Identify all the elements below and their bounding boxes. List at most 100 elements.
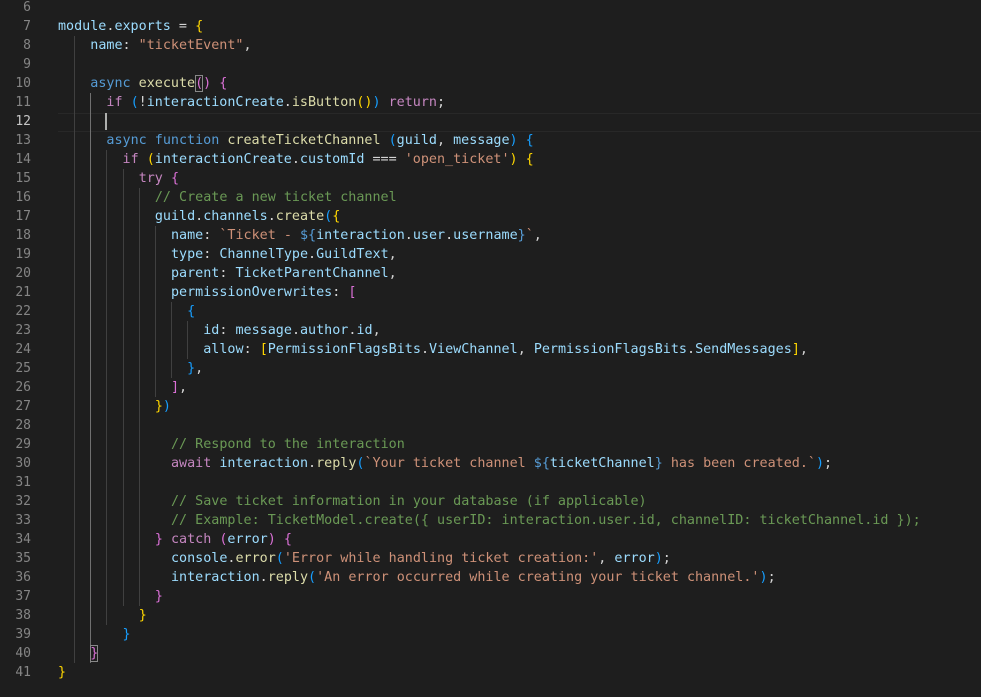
- code-token: id: [203, 323, 220, 338]
- code-token: !: [138, 95, 147, 110]
- code-token: user: [412, 228, 446, 243]
- code-line[interactable]: ],: [171, 378, 187, 397]
- code-token: interactionCreate: [146, 95, 284, 110]
- code-line[interactable]: // Create a new ticket channel: [155, 188, 397, 207]
- code-token: execute: [138, 76, 196, 91]
- code-token: .: [291, 323, 300, 338]
- code-token: await: [170, 456, 212, 471]
- code-line[interactable]: // Save ticket information in your datab…: [171, 492, 647, 511]
- code-token: reply: [267, 570, 309, 585]
- code-line[interactable]: try {: [139, 169, 179, 188]
- code-line[interactable]: console.error('Error while handling tick…: [171, 549, 671, 568]
- code-token: // Create a new ticket channel: [154, 190, 397, 205]
- code-token: ;: [662, 551, 671, 566]
- code-line[interactable]: } catch (error) {: [155, 530, 292, 549]
- line-number: 23: [15, 323, 31, 338]
- line-number: 19: [15, 247, 31, 262]
- code-token: GuildText: [316, 247, 389, 262]
- code-token: {: [332, 209, 341, 224]
- code-token: :: [332, 285, 349, 300]
- code-token: ,: [436, 133, 454, 148]
- line-number: 9: [23, 57, 31, 72]
- code-token: (: [130, 95, 139, 110]
- code-token: ,: [195, 361, 204, 376]
- code-token: ${: [533, 456, 550, 471]
- code-line[interactable]: name: `Ticket - ${interaction.user.usern…: [171, 226, 542, 245]
- code-line[interactable]: // Example: TicketModel.create({ userID:…: [171, 511, 921, 530]
- code-line[interactable]: },: [187, 359, 203, 378]
- code-line[interactable]: guild.channels.create({: [155, 207, 340, 226]
- code-token: interaction: [170, 570, 260, 585]
- code-token: module: [58, 19, 107, 34]
- code-editor[interactable]: 6 7 module.exports = {8 name: "ticketEvent"…: [0, 0, 981, 697]
- code-token: if: [122, 152, 139, 167]
- code-line[interactable]: interaction.reply('An error occurred whi…: [171, 568, 776, 587]
- code-token: ticketChannel: [549, 456, 655, 471]
- code-token: interaction: [316, 228, 405, 243]
- code-line[interactable]: module.exports = {: [58, 17, 203, 36]
- code-line[interactable]: if (interactionCreate.customId === 'open…: [123, 150, 534, 169]
- code-token: (: [388, 133, 397, 148]
- code-token: ): [815, 456, 825, 471]
- code-token: PermissionFlagsBits: [533, 342, 687, 357]
- code-token: // Save ticket information in your datab…: [170, 494, 647, 509]
- code-token: ${: [299, 228, 317, 243]
- code-token: console: [170, 551, 228, 566]
- code-line[interactable]: }: [58, 663, 66, 682]
- code-line[interactable]: async function createTicketChannel (guil…: [106, 131, 533, 150]
- line-number: 18: [15, 228, 31, 243]
- code-line[interactable]: type: ChannelType.GuildText,: [171, 245, 397, 264]
- code-token: }: [154, 589, 163, 604]
- code-token: [: [348, 285, 357, 300]
- code-line[interactable]: parent: TicketParentChannel,: [171, 264, 397, 283]
- indent-guide: [90, 93, 92, 663]
- code-token: .: [283, 95, 292, 110]
- code-line[interactable]: await interaction.reply(`Your ticket cha…: [171, 454, 832, 473]
- indent-guide: [154, 226, 156, 397]
- code-token: channels: [203, 209, 268, 224]
- text-cursor: [105, 113, 108, 130]
- line-number: 38: [15, 608, 31, 623]
- code-token: .: [420, 342, 429, 357]
- code-line[interactable]: allow: [PermissionFlagsBits.ViewChannel,…: [203, 340, 808, 359]
- code-line[interactable]: name: "ticketEvent",: [90, 36, 251, 55]
- code-token: }: [138, 608, 147, 623]
- line-number: 30: [15, 456, 31, 471]
- code-token: return: [388, 95, 437, 110]
- code-line[interactable]: }: [139, 606, 147, 625]
- code-token: has been created.`: [662, 456, 816, 471]
- code-token: :: [203, 247, 220, 262]
- code-token: 'An error occurred while creating your t…: [316, 570, 760, 585]
- code-line[interactable]: if (!interactionCreate.isButton()) retur…: [106, 93, 445, 112]
- code-token: (: [146, 152, 155, 167]
- indent-guide: [187, 321, 189, 359]
- code-token: [: [259, 342, 268, 357]
- line-number: 39: [15, 627, 31, 642]
- code-token: try: [138, 171, 163, 186]
- code-line[interactable]: permissionOverwrites: [: [171, 283, 356, 302]
- line-number: 36: [15, 570, 31, 585]
- code-token: :: [203, 228, 220, 243]
- code-line[interactable]: async execute() {: [90, 74, 227, 93]
- code-token: async: [106, 133, 147, 148]
- code-line[interactable]: {: [187, 302, 195, 321]
- code-token: isButton: [291, 95, 357, 110]
- code-token: .: [687, 342, 696, 357]
- indent-guide: [170, 302, 172, 378]
- code-line[interactable]: }: [123, 625, 131, 644]
- code-line[interactable]: }: [155, 587, 163, 606]
- line-number: 22: [15, 304, 31, 319]
- code-token: .: [445, 228, 454, 243]
- code-token: }: [154, 532, 163, 547]
- code-line[interactable]: // Respond to the interaction: [171, 435, 405, 454]
- code-line[interactable]: }): [155, 397, 171, 416]
- code-line[interactable]: id: message.author.id,: [203, 321, 380, 340]
- code-token: TicketParentChannel: [235, 266, 389, 281]
- code-token: {: [219, 76, 228, 91]
- code-token: ,: [517, 342, 534, 357]
